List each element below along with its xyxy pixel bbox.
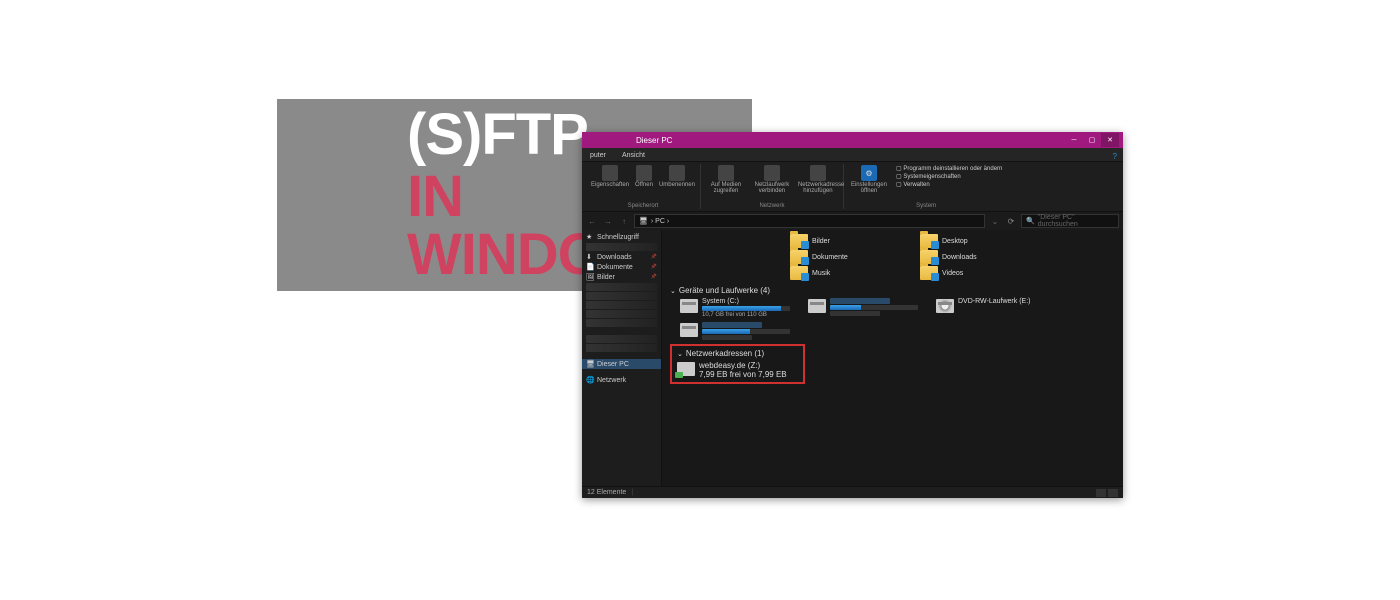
network-addresses-highlight: Netzwerkadressen (1) webdeasy.de (Z:) 7,…: [670, 344, 805, 384]
view-details-button[interactable]: [1096, 489, 1106, 497]
folder-dokumente[interactable]: Dokumente: [790, 250, 880, 264]
pictures-icon: 🖼: [586, 273, 594, 281]
status-bar: 12 Elemente |: [582, 486, 1123, 498]
netzwerkadresse-button[interactable]: Netzwerkadresse hinzufügen: [796, 164, 840, 195]
sidebar-item-schnellzugriff[interactable]: ★Schnellzugriff: [582, 232, 661, 242]
sidebar-item-blurred: [586, 310, 657, 318]
document-icon: 📄: [586, 263, 594, 271]
drive-icon: [808, 299, 826, 313]
minimize-button[interactable]: ─: [1065, 133, 1083, 147]
drives-section-header[interactable]: Geräte und Laufwerke (4): [670, 286, 1115, 295]
sidebar-item-blurred: [586, 292, 657, 300]
network-icon: 🌐: [586, 376, 594, 384]
content-pane: Bilder Desktop Dokumente Downloads Musik…: [662, 230, 1123, 486]
folder-icon: [790, 250, 808, 264]
titlebar[interactable]: Dieser PC ─ ▢ ✕: [582, 132, 1123, 148]
star-icon: ★: [586, 233, 594, 241]
pc-icon: 🖥: [586, 360, 594, 368]
dvd-icon: [936, 299, 954, 313]
download-icon: ⬇: [586, 253, 594, 261]
back-button[interactable]: ←: [586, 217, 598, 226]
folder-icon: [790, 234, 808, 248]
maximize-button[interactable]: ▢: [1083, 133, 1101, 147]
folder-bilder[interactable]: Bilder: [790, 234, 880, 248]
rename-icon: [669, 165, 685, 181]
search-input[interactable]: 🔍 "Dieser PC" durchsuchen: [1021, 214, 1119, 228]
folder-musik[interactable]: Musik: [790, 266, 880, 280]
network-drive-z[interactable]: webdeasy.de (Z:) 7,99 EB frei von 7,99 E…: [677, 361, 798, 379]
address-row: ← → ↑ 🖥 › PC › ⌄ ⟳ 🔍 "Dieser PC" durchsu…: [582, 212, 1123, 230]
sidebar-item-blurred: [586, 344, 657, 352]
drive-extra[interactable]: [680, 322, 790, 340]
systemeigenschaften-link[interactable]: Systemeigenschaften: [896, 173, 1002, 180]
drive-e[interactable]: DVD-RW-Laufwerk (E:): [936, 298, 1046, 318]
folder-icon: [920, 234, 938, 248]
properties-icon: [602, 165, 618, 181]
drive-icon: [680, 299, 698, 313]
umbenennen-button[interactable]: Umbenennen: [657, 164, 697, 189]
drive-c-bar: [702, 306, 781, 311]
sidebar-item-netzwerk[interactable]: 🌐Netzwerk: [582, 375, 661, 385]
sidebar-item-downloads[interactable]: ⬇Downloads: [582, 252, 661, 262]
gear-icon: ⚙: [861, 165, 877, 181]
eigenschaften-button[interactable]: Eigenschaften: [589, 164, 631, 189]
folder-icon: [790, 266, 808, 280]
sidebar-item-blurred: [586, 243, 657, 251]
sidebar-item-blurred: [586, 301, 657, 309]
network-drive-icon: [677, 362, 695, 376]
sidebar-item-bilder[interactable]: 🖼Bilder: [582, 272, 661, 282]
network-address-icon: [810, 165, 826, 181]
sidebar-item-dieser-pc[interactable]: 🖥Dieser PC: [582, 359, 661, 369]
ribbon-group-speicherort: Eigenschaften Öffnen Umbenennen Speicher…: [586, 164, 701, 209]
up-button[interactable]: ↑: [618, 217, 630, 226]
help-icon[interactable]: ?: [1113, 152, 1123, 161]
ribbon-group-system: ⚙Einstellungen öffnen Programm deinstall…: [844, 164, 1008, 209]
auf-medien-button[interactable]: Auf Medien zugreifen: [704, 164, 748, 195]
sidebar-item-blurred: [586, 283, 657, 291]
sidebar: ★Schnellzugriff ⬇Downloads 📄Dokumente 🖼B…: [582, 230, 662, 486]
ribbon-group-netzwerk: Auf Medien zugreifen Netzlaufwerk verbin…: [701, 164, 844, 209]
window-title: Dieser PC: [586, 136, 1065, 145]
sidebar-item-dokumente[interactable]: 📄Dokumente: [582, 262, 661, 272]
tab-ansicht[interactable]: Ansicht: [614, 150, 653, 161]
drive-c[interactable]: System (C:) 10,7 GB frei von 110 GB: [680, 298, 790, 318]
netzlaufwerk-button[interactable]: Netzlaufwerk verbinden: [750, 164, 794, 195]
verwalten-link[interactable]: Verwalten: [896, 181, 1002, 188]
sidebar-item-blurred: [586, 335, 657, 343]
folder-icon: [920, 266, 938, 280]
tab-computer[interactable]: puter: [582, 150, 614, 161]
folder-desktop[interactable]: Desktop: [920, 234, 1010, 248]
open-icon: [636, 165, 652, 181]
address-chevron-icon[interactable]: ⌄: [989, 217, 1001, 226]
address-bar[interactable]: 🖥 › PC ›: [634, 214, 985, 228]
refresh-button[interactable]: ⟳: [1005, 217, 1017, 226]
drive-icon: [680, 323, 698, 337]
sidebar-item-blurred: [586, 319, 657, 327]
folder-videos[interactable]: Videos: [920, 266, 1010, 280]
ribbon-tabs: puter Ansicht ?: [582, 148, 1123, 162]
programm-deinstallieren-link[interactable]: Programm deinstallieren oder ändern: [896, 165, 1002, 172]
view-tiles-button[interactable]: [1108, 489, 1118, 497]
forward-button[interactable]: →: [602, 217, 614, 226]
netaddr-section-header[interactable]: Netzwerkadressen (1): [677, 349, 798, 358]
drive-d[interactable]: [808, 298, 918, 318]
drive-d-bar: [830, 305, 861, 310]
offnen-button[interactable]: Öffnen: [633, 164, 655, 189]
folder-icon: [920, 250, 938, 264]
einstellungen-button[interactable]: ⚙Einstellungen öffnen: [847, 164, 891, 195]
close-button[interactable]: ✕: [1101, 133, 1119, 147]
explorer-window: Dieser PC ─ ▢ ✕ puter Ansicht ? Eigensch…: [582, 132, 1123, 498]
status-item-count: 12 Elemente: [587, 489, 626, 496]
ribbon: Eigenschaften Öffnen Umbenennen Speicher…: [582, 162, 1123, 212]
folder-downloads[interactable]: Downloads: [920, 250, 1010, 264]
media-icon: [718, 165, 734, 181]
drive-icon: [764, 165, 780, 181]
